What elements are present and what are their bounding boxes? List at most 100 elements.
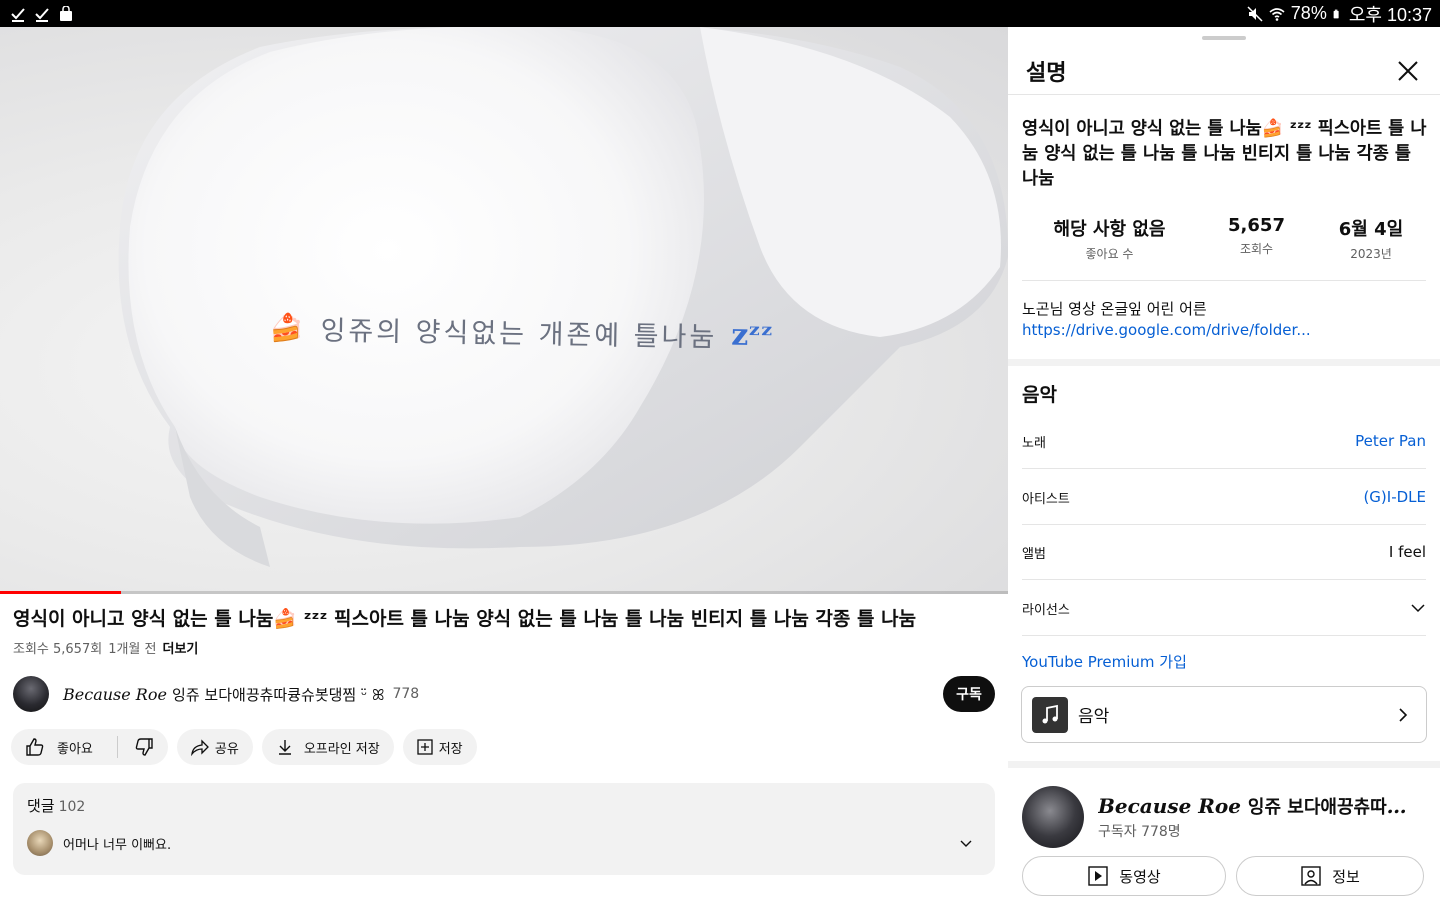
view-count: 조회수 5,657회	[13, 642, 103, 657]
song-link[interactable]: Peter Pan	[1355, 432, 1426, 450]
share-label: 공유	[214, 741, 239, 757]
channel-row[interactable]: Because Roe 잉쥬 보다애끙츄따큥슈봇댕찜 ᵕ̈ ꕤ 778 구독	[13, 675, 995, 713]
save-button[interactable]: 저장	[402, 729, 477, 765]
more-button[interactable]: 더보기	[163, 638, 199, 657]
chevron-down-icon[interactable]	[1410, 600, 1426, 616]
music-row-album: 앨범 I feel	[1022, 525, 1426, 580]
battery-icon	[1333, 9, 1339, 18]
music-row-song: 노래 Peter Pan	[1022, 414, 1426, 469]
music-row-label: 라이선스	[1022, 602, 1070, 618]
music-button[interactable]: 음악	[1021, 686, 1427, 743]
clock: 오후 10:37	[1348, 4, 1432, 25]
stat-views: 5,657 조회수	[1202, 215, 1312, 262]
close-icon[interactable]	[1394, 57, 1422, 85]
channel-card[interactable]: Because Roe 잉쥬 보다애끙츄따큥슈... 구독자 778명	[1022, 784, 1432, 850]
wifi-icon	[1269, 7, 1285, 21]
video-frame	[118, 27, 1008, 567]
progress-fill	[0, 591, 121, 594]
channel-name-kr: 잉쥬 보다애끙츄따큥슈봇댕찜 ᵕ̈ ꕤ	[172, 685, 385, 704]
comments-count: 102	[58, 799, 86, 815]
music-note-icon	[1032, 696, 1068, 733]
status-right: 78% 오후 10:37	[1247, 1, 1432, 27]
thumbs-up-icon[interactable]	[25, 737, 45, 757]
channel-avatar[interactable]	[13, 676, 49, 712]
description-panel: 설명 영식이 아니고 양식 없는 틀 나눔🍰 ᶻᶻᶻ 픽스아트 틀 나눔 양식 …	[1008, 27, 1440, 900]
music-row-label: 노래	[1022, 435, 1046, 451]
status-left	[10, 5, 74, 22]
chevron-right-icon	[1399, 707, 1408, 722]
music-section-title: 음악	[1022, 384, 1057, 406]
comment-preview[interactable]: 어머나 너무 이뻐요.	[27, 830, 981, 856]
comments-label: 댓글	[27, 797, 55, 815]
music-row-license[interactable]: 라이선스	[1022, 581, 1426, 636]
description-text: 노곤님 영상 온글잎 어린 어른	[1022, 300, 1207, 318]
section-divider	[1008, 359, 1440, 366]
status-bar: 78% 오후 10:37	[0, 0, 1440, 27]
channel-card-name[interactable]: Because Roe 잉쥬 보다애끙츄따큥슈...	[1098, 793, 1418, 819]
youtube-premium-link[interactable]: YouTube Premium 가입	[1022, 651, 1187, 672]
video-meta: 조회수 5,657회 1개월 전 더보기	[13, 638, 198, 657]
stat-label: 좋아요 수	[1085, 247, 1134, 261]
person-box-icon	[1301, 866, 1321, 886]
like-divider	[116, 736, 118, 758]
save-label: 저장	[438, 741, 463, 757]
play-box-icon	[1088, 866, 1108, 886]
music-button-label: 음악	[1078, 707, 1110, 727]
comments-section[interactable]: 댓글 102 어머나 너무 이뻐요.	[13, 783, 995, 875]
description-body: 노곤님 영상 온글잎 어린 어른 https://drive.google.co…	[1022, 299, 1311, 341]
video-title: 영식이 아니고 양식 없는 틀 나눔🍰 ᶻᶻᶻ 픽스아트 틀 나눔 양식 없는 …	[13, 608, 917, 630]
stat-likes: 해당 사항 없음좋아요 수	[1022, 215, 1197, 262]
cake-emoji: 🍰	[269, 312, 307, 344]
description-link[interactable]: https://drive.google.com/drive/folder...	[1022, 320, 1311, 341]
channel-card-avatar[interactable]	[1022, 786, 1084, 848]
download-button[interactable]: 오프라인 저장	[261, 729, 394, 765]
share-button[interactable]: 공유	[176, 729, 253, 765]
panel-header: 설명	[1008, 47, 1440, 95]
shopping-bag-icon	[60, 5, 72, 21]
section-divider	[1008, 761, 1440, 768]
check-download-icon	[35, 7, 49, 22]
comment-text: 어머나 너무 이뻐요.	[63, 837, 172, 853]
thumbs-down-icon[interactable]	[134, 737, 154, 757]
stat-label: 조회수	[1239, 242, 1274, 256]
videos-button[interactable]: 동영상	[1022, 856, 1226, 896]
playlist-add-icon	[417, 739, 433, 755]
video-player[interactable]: 🍰 잉쥬의 양식없는 개존예 틀나눔 zᶻᶻ	[0, 27, 1008, 594]
zzz-emoji: zᶻᶻ	[730, 317, 774, 354]
channel-card-name-en: Because Roe	[1098, 794, 1241, 818]
subscriber-count: 778	[392, 686, 420, 702]
videos-button-label: 동영상	[1119, 867, 1161, 886]
subscribe-button[interactable]: 구독	[943, 676, 995, 712]
channel-card-buttons: 동영상 정보	[1022, 856, 1424, 896]
channel-name[interactable]: Because Roe 잉쥬 보다애끙츄따큥슈봇댕찜 ᵕ̈ ꕤ	[63, 684, 384, 705]
battery-level: 78%	[1290, 3, 1327, 23]
stat-value: 6월 4일	[1338, 219, 1404, 240]
stat-label: 2023년	[1350, 247, 1392, 261]
overlay-caption-text: 잉쥬의 양식없는 개존예 틀나눔	[320, 315, 718, 354]
channel-card-name-kr: 잉쥬 보다애끙츄따큥슈...	[1247, 797, 1418, 818]
music-row-label: 아티스트	[1022, 491, 1070, 507]
download-icon	[278, 740, 291, 755]
check-download-icon	[11, 7, 25, 22]
channel-card-info: Because Roe 잉쥬 보다애끙츄따큥슈... 구독자 778명	[1098, 793, 1418, 841]
like-dislike-group: 좋아요	[11, 729, 168, 765]
share-icon	[190, 739, 209, 756]
stat-value: 해당 사항 없음	[1053, 219, 1166, 240]
channel-card-subs: 구독자 778명	[1098, 824, 1181, 840]
music-row-label: 앨범	[1022, 546, 1046, 562]
description-title: 영식이 아니고 양식 없는 틀 나눔🍰 ᶻᶻᶻ 픽스아트 틀 나눔 양식 없는 …	[1022, 119, 1427, 189]
upload-ago: 1개월 전	[108, 642, 157, 657]
video-stats: 해당 사항 없음좋아요 수 5,657 조회수 6월 4일 2023년	[1022, 215, 1426, 281]
mute-icon	[1247, 5, 1263, 22]
artist-link[interactable]: (G)I-DLE	[1363, 488, 1426, 506]
like-button[interactable]: 좋아요	[57, 738, 93, 757]
chevron-down-icon[interactable]	[959, 836, 973, 850]
panel-title: 설명	[1026, 60, 1067, 86]
action-bar: 좋아요 공유 오프라인 저장 저장	[11, 729, 477, 765]
stat-value: 5,657	[1228, 215, 1285, 236]
about-button[interactable]: 정보	[1236, 856, 1424, 896]
progress-bar[interactable]	[0, 591, 1008, 594]
comments-header: 댓글 102	[27, 795, 981, 816]
drag-handle[interactable]	[1202, 36, 1246, 40]
album-value: I feel	[1388, 543, 1426, 561]
